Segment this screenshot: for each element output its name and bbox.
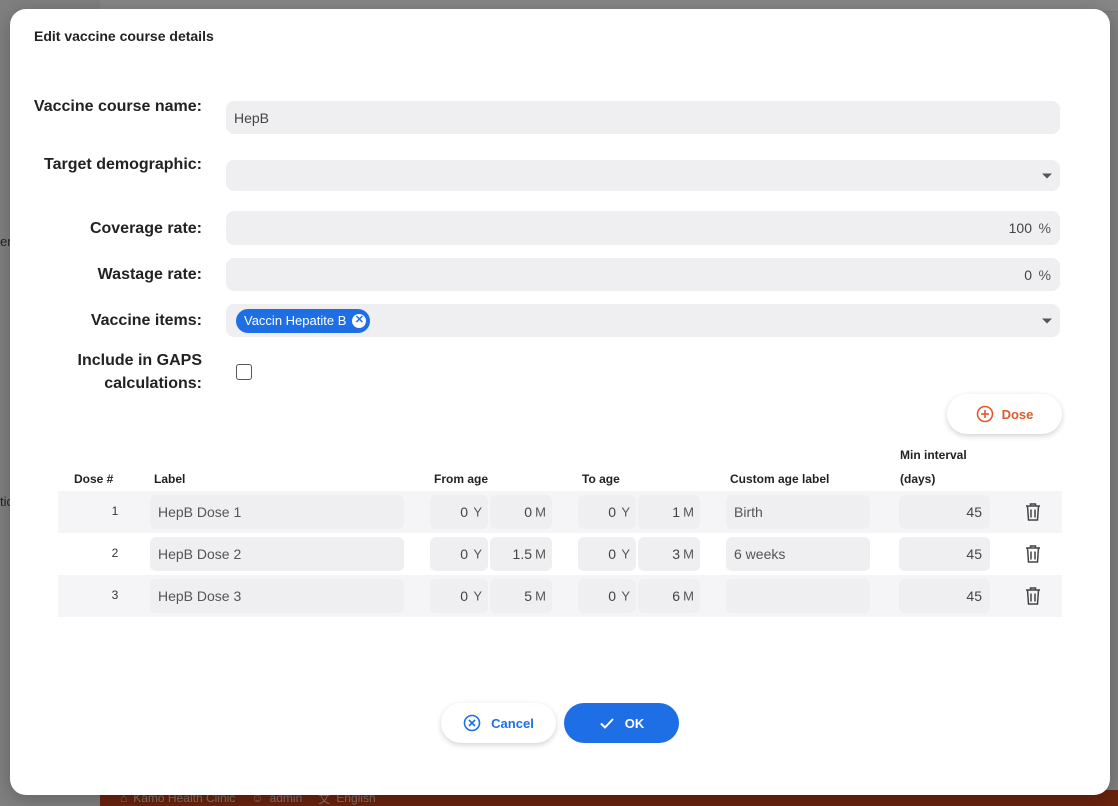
chevron-down-icon [1042, 318, 1052, 323]
dose-label-value: HepB Dose 2 [158, 546, 242, 562]
custom-age-label-input[interactable]: 6 weeks [726, 537, 870, 571]
checkmark-icon [600, 718, 614, 729]
to-age-months-value: 6 [672, 588, 680, 604]
add-dose-label: Dose [1001, 406, 1034, 422]
years-unit: Y [621, 546, 630, 562]
from-age-months-value: 1.5 [512, 546, 532, 562]
min-interval-input[interactable]: 45 [899, 537, 990, 571]
months-unit: M [683, 588, 694, 604]
header-custom-age-label: Custom age label [730, 472, 830, 486]
vaccine-items-label: Vaccine items: [90, 312, 202, 329]
edit-vaccine-course-dialog: Edit vaccine course details Vaccine cour… [10, 9, 1110, 795]
from-age-months-input[interactable]: 1.5 M [490, 537, 552, 571]
from-age-months-input[interactable]: 5M [490, 579, 552, 613]
header-min-interval-days: (days) [900, 472, 936, 486]
years-unit: Y [473, 588, 482, 604]
wastage-rate-input[interactable]: 0 % [226, 258, 1060, 291]
vaccine-items-select[interactable]: Vaccin Hepatite B ✕ [226, 304, 1060, 337]
years-unit: Y [621, 504, 630, 520]
months-unit: M [535, 546, 546, 562]
target-demographic-label: Target demographic: [44, 156, 202, 173]
dose-label-input[interactable]: HepB Dose 3 [150, 579, 404, 613]
gaps-label: Include in GAPS calculations: [77, 352, 202, 392]
ok-label: OK [624, 715, 645, 731]
min-interval-input[interactable]: 45 [899, 579, 990, 613]
plus-circle-icon [976, 405, 993, 423]
coverage-rate-input[interactable]: 100 % [226, 211, 1060, 245]
to-age-years-input[interactable]: 0Y [578, 537, 636, 571]
months-unit: M [535, 504, 546, 520]
min-interval-value: 45 [966, 588, 982, 604]
to-age-months-input[interactable]: 3M [638, 537, 700, 571]
from-age-years-value: 0 [460, 546, 468, 562]
min-interval-value: 45 [966, 504, 982, 520]
gaps-checkbox[interactable] [236, 364, 252, 380]
vaccine-item-chip: Vaccin Hepatite B ✕ [236, 308, 371, 333]
trash-icon[interactable] [1024, 586, 1042, 606]
coverage-rate-value: 100 [1008, 220, 1032, 236]
custom-age-label-input[interactable] [726, 579, 870, 613]
dose-number: 1 [111, 504, 119, 518]
vaccine-item-chip-label: Vaccin Hepatite B [244, 313, 347, 328]
from-age-years-input[interactable]: 0Y [430, 495, 488, 529]
from-age-months-value: 5 [524, 588, 532, 604]
to-age-years-input[interactable]: 0Y [578, 495, 636, 529]
to-age-months-input[interactable]: 6M [638, 579, 700, 613]
trash-icon[interactable] [1024, 544, 1042, 564]
custom-age-label-value: 6 weeks [734, 546, 786, 562]
years-unit: Y [621, 588, 630, 604]
wastage-rate-label: Wastage rate: [97, 266, 202, 283]
dose-label-value: HepB Dose 3 [158, 588, 242, 604]
target-demographic-select[interactable] [226, 160, 1060, 191]
dose-label-input[interactable]: HepB Dose 2 [150, 537, 404, 571]
wastage-rate-unit: % [1038, 266, 1051, 283]
years-unit: Y [473, 504, 482, 520]
coverage-rate-unit: % [1038, 220, 1051, 236]
to-age-months-value: 3 [672, 546, 680, 562]
dose-number: 2 [111, 546, 119, 560]
months-unit: M [535, 588, 546, 604]
header-label: Label [154, 472, 186, 486]
to-age-years-value: 0 [608, 588, 616, 604]
cancel-circle-icon [463, 714, 481, 732]
from-age-years-value: 0 [460, 504, 468, 520]
cancel-label: Cancel [491, 715, 534, 731]
chevron-down-icon [1042, 173, 1052, 178]
from-age-years-value: 0 [460, 588, 468, 604]
from-age-months-input[interactable]: 0M [490, 495, 552, 529]
years-unit: Y [473, 546, 482, 562]
course-name-input[interactable]: HepB [226, 101, 1060, 134]
custom-age-label-value: Birth [734, 504, 763, 520]
to-age-years-value: 0 [608, 546, 616, 562]
dose-label-input[interactable]: HepB Dose 1 [150, 495, 404, 529]
course-name-label: Vaccine course name: [33, 98, 202, 115]
wastage-rate-value: 0 [1024, 266, 1032, 283]
min-interval-value: 45 [966, 546, 982, 562]
dialog-title: Edit vaccine course details [34, 28, 214, 44]
header-to-age: To age [582, 472, 620, 486]
min-interval-input[interactable]: 45 [899, 495, 990, 529]
months-unit: M [683, 504, 694, 520]
coverage-rate-label: Coverage rate: [89, 220, 202, 237]
custom-age-label-input[interactable]: Birth [726, 495, 870, 529]
remove-chip-icon[interactable]: ✕ [352, 313, 367, 328]
header-from-age: From age [434, 472, 489, 486]
to-age-years-value: 0 [608, 504, 616, 520]
cancel-button[interactable]: Cancel [441, 703, 556, 743]
to-age-months-value: 1 [672, 504, 680, 520]
course-name-value: HepB [234, 109, 270, 126]
add-dose-button[interactable]: Dose [947, 394, 1062, 434]
ok-button[interactable]: OK [564, 703, 679, 743]
from-age-years-input[interactable]: 0Y [430, 537, 488, 571]
dose-number: 3 [111, 588, 119, 602]
trash-icon[interactable] [1024, 502, 1042, 522]
from-age-years-input[interactable]: 0Y [430, 579, 488, 613]
header-dose-number: Dose # [74, 472, 114, 486]
from-age-months-value: 0 [524, 504, 532, 520]
months-unit: M [683, 546, 694, 562]
header-min-interval: Min interval [900, 448, 967, 462]
dose-label-value: HepB Dose 1 [158, 504, 242, 520]
to-age-months-input[interactable]: 1M [638, 495, 700, 529]
to-age-years-input[interactable]: 0Y [578, 579, 636, 613]
